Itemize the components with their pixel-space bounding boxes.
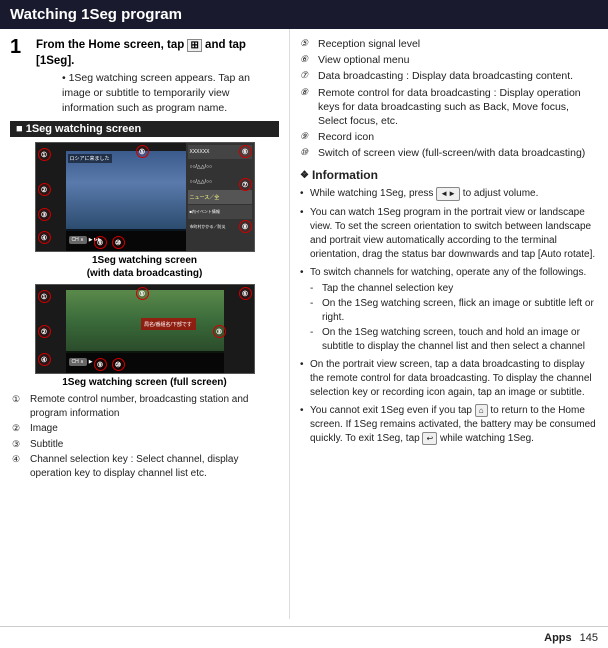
page-footer: Apps 145: [0, 626, 608, 648]
page-header: Watching 1Seg program: [0, 0, 608, 29]
step-sub-text: 1Seg watching screen appears. Tap an ima…: [62, 71, 279, 115]
left-column: 1 From the Home screen, tap ⊞ and tap [1…: [0, 29, 290, 619]
list-item: ⑥ View optional menu: [300, 53, 598, 67]
list-item: ① Remote control number, broadcasting st…: [12, 393, 279, 420]
info-sub-item: Tap the channel selection key: [310, 282, 598, 296]
tv-sidebar: XXXXXX ○○/△△/○○ ○○/△△/○○ ニュース／全 ■内イベント情報…: [186, 143, 254, 251]
info-item: On the portrait view screen, tap a data …: [300, 358, 598, 400]
footer-page-number: 145: [580, 632, 598, 644]
list-item: ⑩ Switch of screen view (full-screen/wit…: [300, 146, 598, 160]
tv-subtitle-bar: 局名/番組名/下部です: [141, 318, 196, 330]
info-sub-item: On the 1Seg watching screen, flick an im…: [310, 297, 598, 325]
tv-bottom-bar: CH ∧ ▶ ▶▶: [66, 229, 186, 251]
section-heading: ■ 1Seg watching screen: [10, 121, 279, 137]
footer-apps-label: Apps: [544, 632, 572, 644]
screen1-caption: 1Seg watching screen (with data broadcas…: [10, 254, 279, 280]
tv-full-main: 局名/番組名/下部です: [66, 290, 224, 353]
tv-full-bottom-bar: CH ∧ ▶: [66, 351, 224, 373]
screen2-image: 局名/番組名/下部です CH ∧ ▶ ① ⑤ ⑥ ② ③ ④ ⑨ ⑩: [35, 284, 255, 374]
screen1-image: ロシアに来ました XXXXXX ○○/△△/○○ ○○/△△/○○ ニュース／全…: [35, 142, 255, 252]
page-title: Watching 1Seg program: [10, 6, 182, 23]
list-item: ⑦ Data broadcasting : Display data broad…: [300, 69, 598, 83]
list-item: ⑤ Reception signal level: [300, 37, 598, 51]
info-item: You cannot exit 1Seg even if you tap ⌂ t…: [300, 404, 598, 446]
info-item: You can watch 1Seg program in the portra…: [300, 206, 598, 262]
list-item: ② Image: [12, 422, 279, 436]
list-item: ⑨ Record icon: [300, 130, 598, 144]
info-item: To switch channels for watching, operate…: [300, 266, 598, 354]
step-instruction: From the Home screen, tap ⊞ and tap [1Se…: [36, 37, 279, 69]
right-column: ⑤ Reception signal level ⑥ View optional…: [290, 29, 608, 619]
screen1-container: ロシアに来ました XXXXXX ○○/△△/○○ ○○/△△/○○ ニュース／全…: [10, 142, 279, 280]
info-sub-item: On the 1Seg watching screen, touch and h…: [310, 326, 598, 354]
list-item: ④ Channel selection key : Select channel…: [12, 453, 279, 480]
info-item: While watching 1Seg, press ◄► to adjust …: [300, 187, 598, 201]
list-item: ⑧ Remote control for data broadcasting :…: [300, 86, 598, 129]
screen2-container: 局名/番組名/下部です CH ∧ ▶ ① ⑤ ⑥ ② ③ ④ ⑨ ⑩ 1Seg …: [10, 284, 279, 389]
right-list: ⑤ Reception signal level ⑥ View optional…: [300, 37, 598, 160]
info-sub-list: Tap the channel selection key On the 1Se…: [310, 282, 598, 354]
screen2-caption: 1Seg watching screen (full screen): [10, 376, 279, 389]
step-1-row: 1 From the Home screen, tap ⊞ and tap [1…: [10, 37, 279, 115]
information-heading: Information: [300, 168, 598, 182]
step-number: 1: [10, 37, 30, 57]
information-list: While watching 1Seg, press ◄► to adjust …: [300, 187, 598, 446]
left-list: ① Remote control number, broadcasting st…: [10, 393, 279, 480]
list-item: ③ Subtitle: [12, 438, 279, 452]
